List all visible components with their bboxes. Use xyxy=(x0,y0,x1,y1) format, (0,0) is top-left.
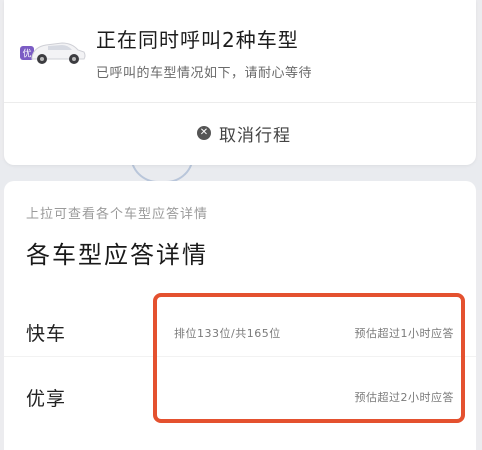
divider xyxy=(4,102,476,103)
calling-status-card: 优 正在同时呼叫2种车型 已呼叫的车型情况如下，请耐心等待 ✕ 取消行程 xyxy=(4,0,476,165)
car-type-label-premium: 优享 xyxy=(26,388,67,410)
highlight-annotation-box xyxy=(153,293,465,423)
cancel-trip-button[interactable]: ✕ 取消行程 xyxy=(154,118,334,148)
section-title: 各车型应答详情 xyxy=(26,241,208,269)
cancel-trip-label: 取消行程 xyxy=(219,125,291,146)
pull-up-hint: 上拉可查看各个车型应答详情 xyxy=(26,207,209,222)
close-icon: ✕ xyxy=(197,126,211,140)
car-type-label-express: 快车 xyxy=(26,323,67,345)
car-icon: 优 xyxy=(20,42,86,64)
status-subtitle: 已呼叫的车型情况如下，请耐心等待 xyxy=(96,66,313,81)
car-logo-badge: 优 xyxy=(22,48,31,60)
page-title: 正在同时呼叫2种车型 xyxy=(96,28,299,52)
